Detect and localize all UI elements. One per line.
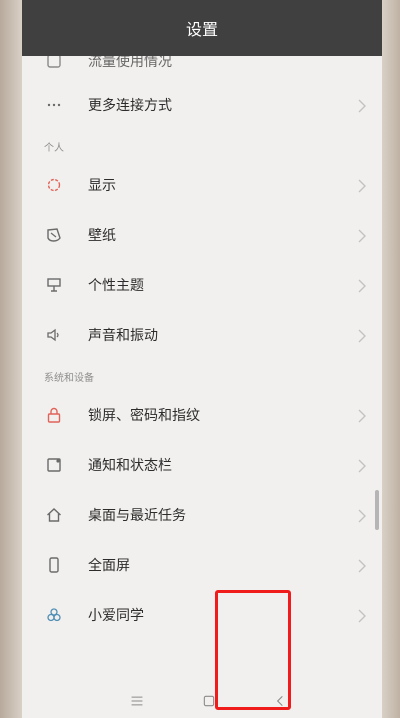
chevron-right-icon <box>358 278 368 293</box>
settings-item-label: 小爱同学 <box>88 608 144 624</box>
chevron-right-icon <box>358 228 368 243</box>
data-usage-icon <box>44 56 64 71</box>
page-title: 设置 <box>185 20 218 39</box>
home-icon <box>44 505 64 525</box>
settings-item-display[interactable]: 显示 <box>22 160 382 210</box>
section-title-personal: 个人 <box>44 143 64 154</box>
settings-item-notifications[interactable]: 通知和状态栏 <box>22 440 382 490</box>
settings-item-wallpaper[interactable]: 壁纸 <box>22 210 382 260</box>
chevron-right-icon <box>358 178 368 193</box>
settings-item-label: 桌面与最近任务 <box>88 508 186 524</box>
settings-item-data-usage[interactable]: 流量使用情况 <box>22 56 382 80</box>
settings-list: 流量使用情况 更多连接方式 个人 显示 壁纸 个性主题 声音和振动 系统和设备 … <box>22 56 382 640</box>
settings-item-label: 个性主题 <box>88 278 144 294</box>
speaker-icon <box>44 325 64 345</box>
phone-frame-left <box>0 0 22 718</box>
settings-item-theme[interactable]: 个性主题 <box>22 260 382 310</box>
settings-item-label: 壁纸 <box>88 228 116 244</box>
more-dots-icon <box>44 95 64 115</box>
settings-item-lockscreen[interactable]: 锁屏、密码和指纹 <box>22 390 382 440</box>
chevron-right-icon <box>358 408 368 423</box>
settings-item-label: 显示 <box>88 178 116 194</box>
settings-item-label: 声音和振动 <box>88 328 158 344</box>
section-title-system: 系统和设备 <box>44 373 94 384</box>
settings-item-label: 全面屏 <box>88 558 130 574</box>
chevron-right-icon <box>358 458 368 473</box>
system-nav-bar <box>22 684 382 718</box>
chevron-right-icon <box>358 608 368 623</box>
notification-icon <box>44 455 64 475</box>
phone-icon <box>44 555 64 575</box>
chevron-right-icon <box>358 98 368 113</box>
title-bar: 设置 <box>22 0 382 56</box>
theme-icon <box>44 275 64 295</box>
settings-item-assistant[interactable]: 小爱同学 <box>22 590 382 640</box>
wallpaper-icon <box>44 225 64 245</box>
settings-item-label: 流量使用情况 <box>88 56 172 70</box>
chevron-right-icon <box>358 558 368 573</box>
settings-item-label: 锁屏、密码和指纹 <box>88 408 200 424</box>
settings-item-desktop[interactable]: 桌面与最近任务 <box>22 490 382 540</box>
phone-frame-right <box>382 0 400 718</box>
menu-icon[interactable] <box>128 692 146 710</box>
settings-item-more-connections[interactable]: 更多连接方式 <box>22 80 382 130</box>
settings-item-label: 更多连接方式 <box>88 98 172 114</box>
settings-screen: 设置 流量使用情况 更多连接方式 个人 显示 壁纸 个性主题 声音和振动 系统和… <box>22 0 382 718</box>
chevron-right-icon <box>358 328 368 343</box>
sun-icon <box>44 175 64 195</box>
lock-icon <box>44 405 64 425</box>
settings-item-label: 通知和状态栏 <box>88 458 172 474</box>
assistant-icon <box>44 605 64 625</box>
home-square-icon[interactable] <box>200 692 218 710</box>
back-chevron-icon[interactable] <box>271 692 289 710</box>
settings-item-sound[interactable]: 声音和振动 <box>22 310 382 360</box>
chevron-right-icon <box>358 508 368 523</box>
scrollbar[interactable] <box>375 490 379 530</box>
settings-item-fullscreen[interactable]: 全面屏 <box>22 540 382 590</box>
